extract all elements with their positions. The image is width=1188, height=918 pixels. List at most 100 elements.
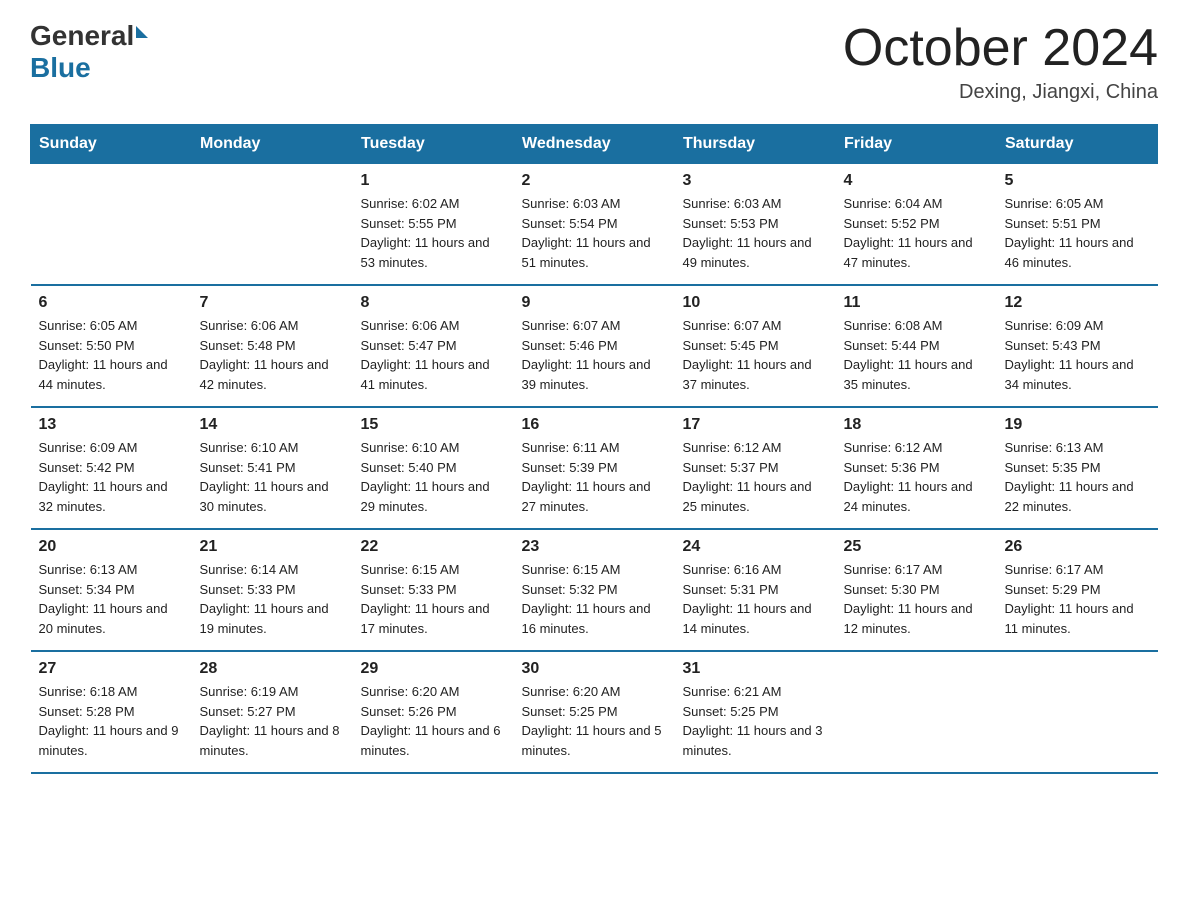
day-number: 24: [683, 538, 828, 556]
calendar-cell: 18 Sunrise: 6:12 AMSunset: 5:36 PMDaylig…: [836, 407, 997, 529]
calendar-cell: 28 Sunrise: 6:19 AMSunset: 5:27 PMDaylig…: [192, 651, 353, 773]
day-info: Sunrise: 6:07 AMSunset: 5:46 PMDaylight:…: [522, 318, 651, 392]
day-info: Sunrise: 6:12 AMSunset: 5:37 PMDaylight:…: [683, 440, 812, 514]
calendar-cell: 31 Sunrise: 6:21 AMSunset: 5:25 PMDaylig…: [675, 651, 836, 773]
day-info: Sunrise: 6:04 AMSunset: 5:52 PMDaylight:…: [844, 196, 973, 270]
page-subtitle: Dexing, Jiangxi, China: [843, 81, 1158, 104]
day-info: Sunrise: 6:02 AMSunset: 5:55 PMDaylight:…: [361, 196, 490, 270]
day-number: 21: [200, 538, 345, 556]
day-info: Sunrise: 6:12 AMSunset: 5:36 PMDaylight:…: [844, 440, 973, 514]
calendar-cell: 8 Sunrise: 6:06 AMSunset: 5:47 PMDayligh…: [353, 285, 514, 407]
calendar-cell: 15 Sunrise: 6:10 AMSunset: 5:40 PMDaylig…: [353, 407, 514, 529]
calendar-cell: 25 Sunrise: 6:17 AMSunset: 5:30 PMDaylig…: [836, 529, 997, 651]
logo-blue-text: Blue: [30, 52, 91, 84]
header-sunday: Sunday: [31, 125, 192, 164]
calendar-header-row: Sunday Monday Tuesday Wednesday Thursday…: [31, 125, 1158, 164]
day-info: Sunrise: 6:19 AMSunset: 5:27 PMDaylight:…: [200, 684, 340, 758]
calendar-cell: [31, 164, 192, 286]
logo: General Blue: [30, 20, 148, 84]
day-info: Sunrise: 6:20 AMSunset: 5:25 PMDaylight:…: [522, 684, 662, 758]
calendar-week-row: 27 Sunrise: 6:18 AMSunset: 5:28 PMDaylig…: [31, 651, 1158, 773]
calendar-cell: 26 Sunrise: 6:17 AMSunset: 5:29 PMDaylig…: [997, 529, 1158, 651]
day-info: Sunrise: 6:11 AMSunset: 5:39 PMDaylight:…: [522, 440, 651, 514]
day-info: Sunrise: 6:03 AMSunset: 5:54 PMDaylight:…: [522, 196, 651, 270]
header-thursday: Thursday: [675, 125, 836, 164]
day-number: 29: [361, 660, 506, 678]
calendar-cell: 5 Sunrise: 6:05 AMSunset: 5:51 PMDayligh…: [997, 164, 1158, 286]
calendar-cell: [997, 651, 1158, 773]
calendar-cell: 7 Sunrise: 6:06 AMSunset: 5:48 PMDayligh…: [192, 285, 353, 407]
day-info: Sunrise: 6:08 AMSunset: 5:44 PMDaylight:…: [844, 318, 973, 392]
day-info: Sunrise: 6:17 AMSunset: 5:29 PMDaylight:…: [1005, 562, 1134, 636]
calendar-cell: 16 Sunrise: 6:11 AMSunset: 5:39 PMDaylig…: [514, 407, 675, 529]
day-info: Sunrise: 6:10 AMSunset: 5:40 PMDaylight:…: [361, 440, 490, 514]
day-info: Sunrise: 6:21 AMSunset: 5:25 PMDaylight:…: [683, 684, 823, 758]
day-info: Sunrise: 6:15 AMSunset: 5:32 PMDaylight:…: [522, 562, 651, 636]
day-number: 30: [522, 660, 667, 678]
day-info: Sunrise: 6:20 AMSunset: 5:26 PMDaylight:…: [361, 684, 501, 758]
day-info: Sunrise: 6:17 AMSunset: 5:30 PMDaylight:…: [844, 562, 973, 636]
day-info: Sunrise: 6:03 AMSunset: 5:53 PMDaylight:…: [683, 196, 812, 270]
day-number: 14: [200, 416, 345, 434]
calendar-cell: 21 Sunrise: 6:14 AMSunset: 5:33 PMDaylig…: [192, 529, 353, 651]
day-number: 1: [361, 172, 506, 190]
calendar-cell: 23 Sunrise: 6:15 AMSunset: 5:32 PMDaylig…: [514, 529, 675, 651]
day-number: 9: [522, 294, 667, 312]
calendar-cell: 13 Sunrise: 6:09 AMSunset: 5:42 PMDaylig…: [31, 407, 192, 529]
calendar-cell: 4 Sunrise: 6:04 AMSunset: 5:52 PMDayligh…: [836, 164, 997, 286]
day-number: 4: [844, 172, 989, 190]
day-number: 16: [522, 416, 667, 434]
header-wednesday: Wednesday: [514, 125, 675, 164]
calendar-cell: 17 Sunrise: 6:12 AMSunset: 5:37 PMDaylig…: [675, 407, 836, 529]
day-info: Sunrise: 6:13 AMSunset: 5:35 PMDaylight:…: [1005, 440, 1134, 514]
day-info: Sunrise: 6:09 AMSunset: 5:43 PMDaylight:…: [1005, 318, 1134, 392]
logo-triangle-icon: [136, 26, 148, 38]
page-header: General Blue October 2024 Dexing, Jiangx…: [30, 20, 1158, 104]
calendar-cell: [836, 651, 997, 773]
day-number: 8: [361, 294, 506, 312]
calendar-cell: 14 Sunrise: 6:10 AMSunset: 5:41 PMDaylig…: [192, 407, 353, 529]
day-number: 2: [522, 172, 667, 190]
page-title: October 2024: [843, 20, 1158, 77]
day-info: Sunrise: 6:13 AMSunset: 5:34 PMDaylight:…: [39, 562, 168, 636]
day-number: 18: [844, 416, 989, 434]
day-number: 10: [683, 294, 828, 312]
header-saturday: Saturday: [997, 125, 1158, 164]
day-number: 27: [39, 660, 184, 678]
day-info: Sunrise: 6:16 AMSunset: 5:31 PMDaylight:…: [683, 562, 812, 636]
calendar-cell: 9 Sunrise: 6:07 AMSunset: 5:46 PMDayligh…: [514, 285, 675, 407]
calendar-cell: 1 Sunrise: 6:02 AMSunset: 5:55 PMDayligh…: [353, 164, 514, 286]
day-number: 5: [1005, 172, 1150, 190]
day-number: 23: [522, 538, 667, 556]
calendar-week-row: 20 Sunrise: 6:13 AMSunset: 5:34 PMDaylig…: [31, 529, 1158, 651]
day-number: 20: [39, 538, 184, 556]
calendar-cell: 10 Sunrise: 6:07 AMSunset: 5:45 PMDaylig…: [675, 285, 836, 407]
calendar-cell: 6 Sunrise: 6:05 AMSunset: 5:50 PMDayligh…: [31, 285, 192, 407]
day-info: Sunrise: 6:18 AMSunset: 5:28 PMDaylight:…: [39, 684, 179, 758]
calendar-cell: 27 Sunrise: 6:18 AMSunset: 5:28 PMDaylig…: [31, 651, 192, 773]
day-info: Sunrise: 6:06 AMSunset: 5:47 PMDaylight:…: [361, 318, 490, 392]
day-number: 15: [361, 416, 506, 434]
day-number: 26: [1005, 538, 1150, 556]
day-number: 28: [200, 660, 345, 678]
calendar-cell: 3 Sunrise: 6:03 AMSunset: 5:53 PMDayligh…: [675, 164, 836, 286]
day-number: 22: [361, 538, 506, 556]
day-number: 31: [683, 660, 828, 678]
header-monday: Monday: [192, 125, 353, 164]
header-friday: Friday: [836, 125, 997, 164]
day-number: 7: [200, 294, 345, 312]
day-info: Sunrise: 6:09 AMSunset: 5:42 PMDaylight:…: [39, 440, 168, 514]
calendar-cell: 2 Sunrise: 6:03 AMSunset: 5:54 PMDayligh…: [514, 164, 675, 286]
calendar-cell: 24 Sunrise: 6:16 AMSunset: 5:31 PMDaylig…: [675, 529, 836, 651]
header-tuesday: Tuesday: [353, 125, 514, 164]
calendar-week-row: 13 Sunrise: 6:09 AMSunset: 5:42 PMDaylig…: [31, 407, 1158, 529]
calendar-cell: 20 Sunrise: 6:13 AMSunset: 5:34 PMDaylig…: [31, 529, 192, 651]
calendar-cell: 29 Sunrise: 6:20 AMSunset: 5:26 PMDaylig…: [353, 651, 514, 773]
day-number: 11: [844, 294, 989, 312]
day-number: 12: [1005, 294, 1150, 312]
calendar-cell: 30 Sunrise: 6:20 AMSunset: 5:25 PMDaylig…: [514, 651, 675, 773]
day-info: Sunrise: 6:07 AMSunset: 5:45 PMDaylight:…: [683, 318, 812, 392]
calendar-week-row: 1 Sunrise: 6:02 AMSunset: 5:55 PMDayligh…: [31, 164, 1158, 286]
day-number: 3: [683, 172, 828, 190]
day-info: Sunrise: 6:10 AMSunset: 5:41 PMDaylight:…: [200, 440, 329, 514]
